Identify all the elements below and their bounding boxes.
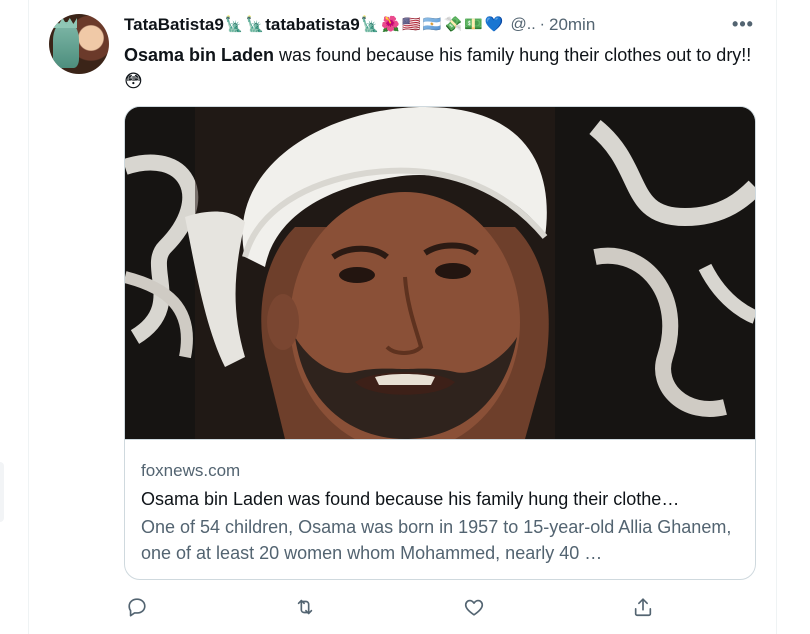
tweet-text-bold: Osama bin Laden <box>124 45 275 65</box>
reply-button[interactable] <box>124 594 150 620</box>
scroll-edge <box>0 462 4 522</box>
separator: · <box>539 16 545 33</box>
us-flag-icon: 🇺🇸 <box>402 16 421 33</box>
like-icon <box>464 599 484 616</box>
hibiscus-icon: 🌺 <box>381 16 401 33</box>
more-options-icon[interactable]: ••• <box>729 12 757 36</box>
link-card[interactable]: foxnews.com Osama bin Laden was found be… <box>124 106 756 580</box>
blue-heart-icon: 💙 <box>484 16 504 33</box>
display-name-2[interactable]: tatabatista9 <box>265 15 359 35</box>
statue-of-liberty-icon: 🗽 <box>245 16 265 33</box>
retweet-button[interactable] <box>292 594 318 620</box>
tweet-actions <box>124 592 664 622</box>
dollar-banknote-icon: 💵 <box>464 16 483 33</box>
statue-of-liberty-icon: 🗽 <box>224 16 244 33</box>
avatar[interactable] <box>49 14 109 74</box>
handle[interactable]: @.. <box>511 16 536 34</box>
like-button[interactable] <box>461 594 487 620</box>
tweet[interactable]: TataBatista9 🗽 🗽 tatabatista9 🗽 🌺 🇺🇸 🇦🇷 … <box>29 0 776 634</box>
tweet-text-body: was found because his family hung their … <box>274 45 752 65</box>
card-title: Osama bin Laden was found because his fa… <box>141 489 680 509</box>
avatar-statue <box>53 22 79 68</box>
statue-of-liberty-icon: 🗽 <box>360 16 380 33</box>
display-name[interactable]: TataBatista9 <box>124 15 224 35</box>
reply-icon <box>128 598 146 617</box>
share-button[interactable] <box>630 594 656 620</box>
card-domain: foxnews.com <box>141 461 241 480</box>
retweet-icon <box>297 599 313 615</box>
timestamp[interactable]: 20min <box>549 15 595 35</box>
money-with-wings-icon: 💸 <box>443 16 463 33</box>
card-description: One of 54 children, Osama was born in 19… <box>141 517 732 563</box>
tweet-header: TataBatista9 🗽 🗽 tatabatista9 🗽 🌺 🇺🇸 🇦🇷 … <box>124 14 595 36</box>
share-icon <box>634 598 652 617</box>
card-image[interactable] <box>125 107 755 439</box>
card-photo <box>125 107 755 439</box>
tweet-text: Osama bin Laden was found because his fa… <box>124 42 764 94</box>
right-divider <box>776 0 777 634</box>
avatar-crown <box>53 18 77 28</box>
flushed-face-icon: 😳 <box>124 71 143 91</box>
argentina-flag-icon: 🇦🇷 <box>422 16 442 33</box>
card-meta[interactable]: foxnews.com Osama bin Laden was found be… <box>125 439 755 579</box>
